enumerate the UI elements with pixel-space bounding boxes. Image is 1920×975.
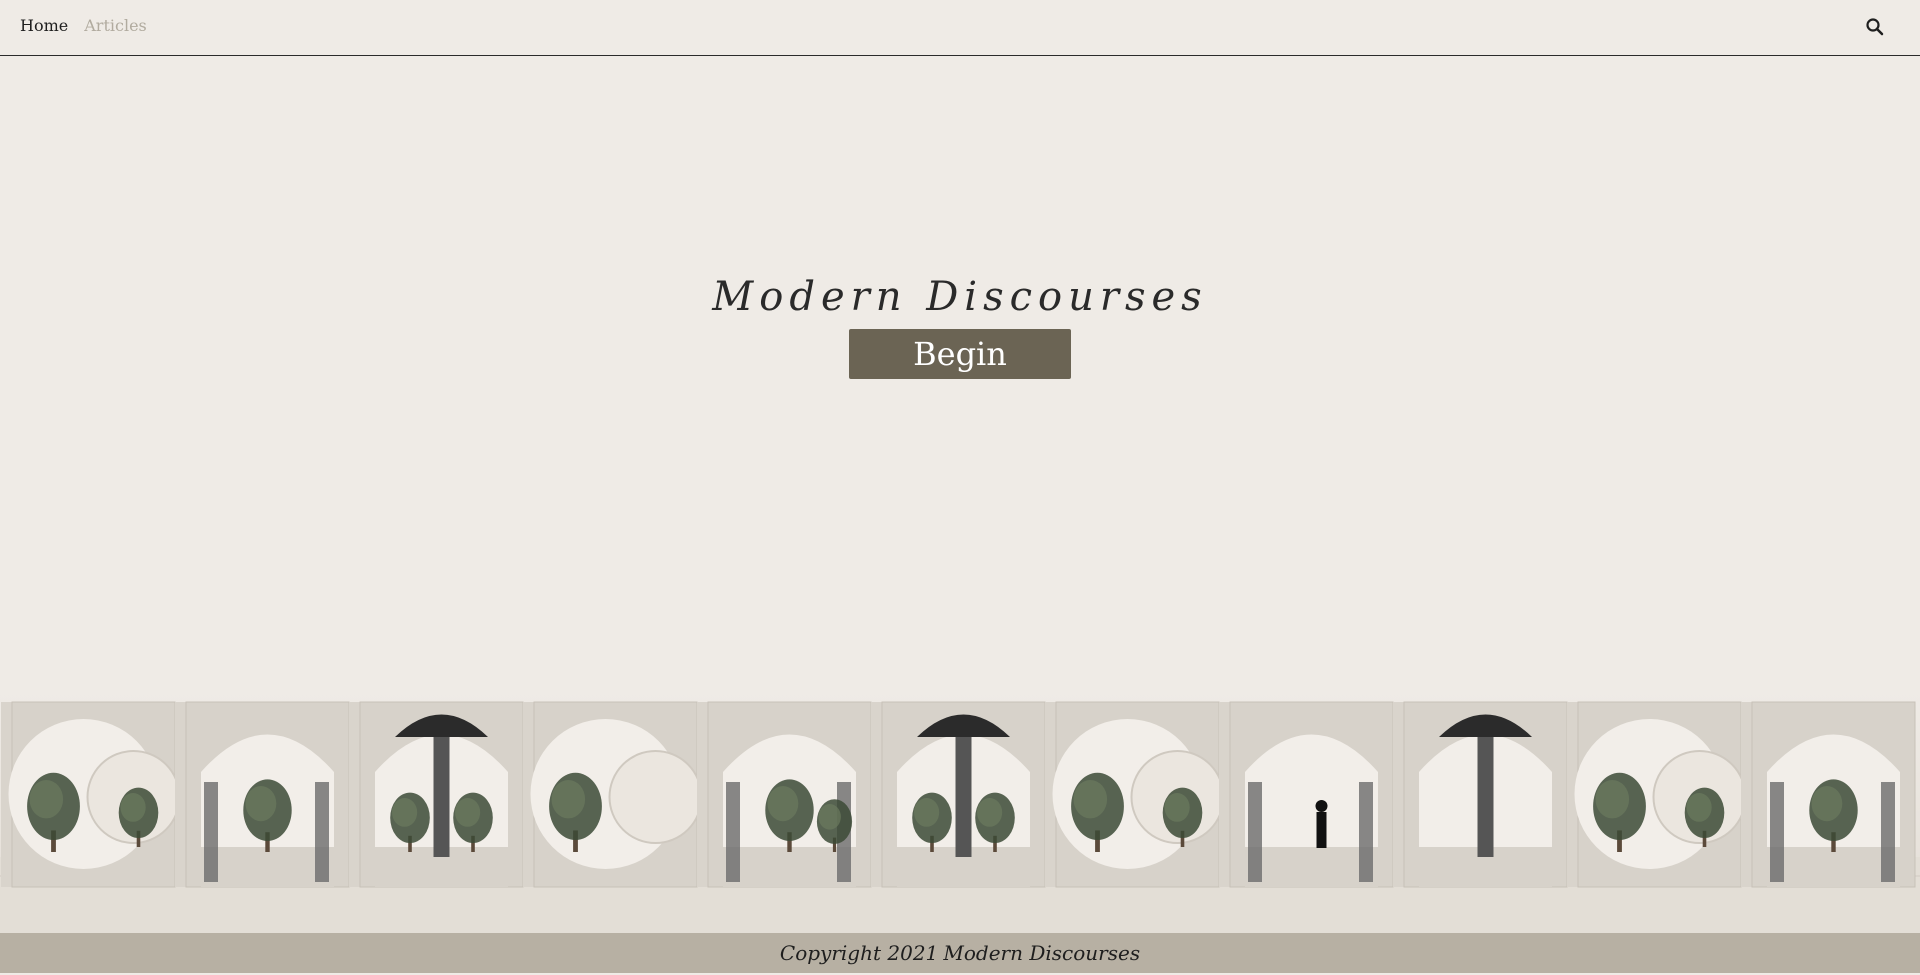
begin-button[interactable]: Begin xyxy=(849,329,1071,379)
copyright-text: Copyright 2021 xyxy=(779,941,939,965)
search-button[interactable] xyxy=(1864,16,1886,38)
arcade-panel xyxy=(1741,701,1916,888)
site-title: Modern Discourses xyxy=(712,274,1208,320)
nav-articles-link[interactable]: Articles xyxy=(84,16,147,35)
arcade-panel xyxy=(871,701,1046,888)
arcade-panel xyxy=(175,701,350,888)
arcade-panel xyxy=(1393,701,1568,888)
site-footer: Copyright 2021 Modern Discourses xyxy=(0,933,1920,973)
arcade-panel xyxy=(697,701,872,888)
arcade-scene xyxy=(0,701,1920,933)
footer-site-name: Modern Discourses xyxy=(943,941,1141,965)
top-nav-bar: Home Articles xyxy=(0,0,1920,56)
arcade-panel xyxy=(523,701,703,888)
arcade-panel xyxy=(1,701,181,888)
arcade-illustration xyxy=(0,690,1920,933)
primary-nav: Home Articles xyxy=(20,16,147,35)
arcade-panel xyxy=(1045,701,1225,888)
arcade-panel xyxy=(349,701,524,888)
nav-home-link[interactable]: Home xyxy=(20,16,68,35)
search-icon xyxy=(1866,18,1884,36)
arcade-panel xyxy=(1219,701,1394,888)
arcade-panel xyxy=(1567,701,1747,888)
hero-section: Modern Discourses Begin xyxy=(0,56,1920,680)
